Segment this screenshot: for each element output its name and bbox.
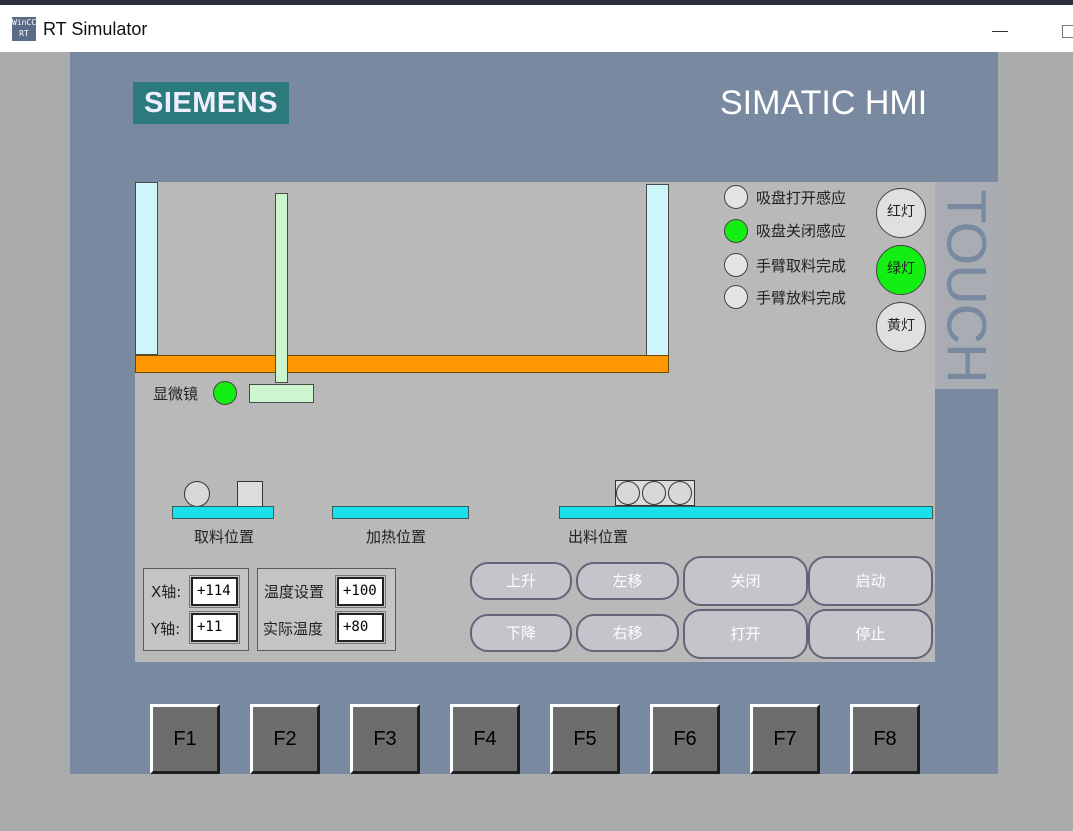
function-key-f5[interactable]: F5 <box>550 704 620 774</box>
window-titlebar: WinCC RT RT Simulator <box>0 0 1073 52</box>
sensor-indicator-arm-place-done <box>724 285 748 309</box>
pick-position-conveyor <box>172 506 274 519</box>
heat-position-conveyor <box>332 506 469 519</box>
app-icon-text-top: WinCC <box>12 18 37 27</box>
heat-position-label: 加热位置 <box>366 528 427 546</box>
workpiece-square <box>237 481 263 507</box>
output-workpiece-2 <box>642 481 666 505</box>
touch-label-text: TOUCH <box>935 188 998 383</box>
function-key-f7[interactable]: F7 <box>750 704 820 774</box>
microscope-label: 显微镜 <box>153 385 199 403</box>
down-button[interactable]: 下降 <box>470 614 572 652</box>
function-key-f3[interactable]: F3 <box>350 704 420 774</box>
function-key-f2[interactable]: F2 <box>250 704 320 774</box>
x-axis-label: X轴: <box>151 583 182 601</box>
temperature-actual-label: 实际温度 <box>263 620 324 638</box>
wincc-app-icon: WinCC RT <box>12 17 36 41</box>
sensor-label-suction-open: 吸盘打开感应 <box>756 189 847 207</box>
x-axis-value[interactable]: +114 <box>189 575 240 608</box>
start-button[interactable]: 启动 <box>808 556 933 606</box>
workpiece-round <box>184 481 210 507</box>
output-workpiece-1 <box>616 481 640 505</box>
sensor-label-suction-close: 吸盘关闭感应 <box>756 222 847 240</box>
sensor-label-arm-pick-done: 手臂取料完成 <box>756 257 847 275</box>
sensor-indicator-suction-open <box>724 185 748 209</box>
gantry-rail <box>135 355 669 373</box>
green-lamp: 绿灯 <box>876 245 926 295</box>
y-axis-label: Y轴: <box>151 620 181 638</box>
output-workpiece-3 <box>668 481 692 505</box>
close-button[interactable]: 关闭 <box>683 556 808 606</box>
sensor-indicator-arm-pick-done <box>724 253 748 277</box>
temperature-set-value[interactable]: +100 <box>335 575 386 608</box>
right-post <box>646 184 669 356</box>
left-move-button[interactable]: 左移 <box>576 562 679 600</box>
minimize-icon[interactable] <box>992 31 1008 32</box>
y-axis-value[interactable]: +11 <box>189 611 240 644</box>
temperature-set-label: 温度设置 <box>264 583 325 601</box>
simatic-hmi-title: SIMATIC HMI <box>720 84 928 122</box>
output-position-label: 出料位置 <box>568 528 629 546</box>
output-position-conveyor <box>559 506 933 519</box>
left-post <box>135 182 158 355</box>
sensor-indicator-suction-close <box>724 219 748 243</box>
yellow-lamp: 黄灯 <box>876 302 926 352</box>
siemens-logo: SIEMENS <box>133 82 289 124</box>
open-button[interactable]: 打开 <box>683 609 808 659</box>
right-move-button[interactable]: 右移 <box>576 614 679 652</box>
hmi-screen: 显微镜 吸盘打开感应 吸盘关闭感应 手臂取料完成 手臂放料完成 红灯 绿灯 黄灯… <box>135 182 935 662</box>
temperature-actual-value: +80 <box>335 611 386 644</box>
gripper-head <box>249 384 314 403</box>
function-key-f1[interactable]: F1 <box>150 704 220 774</box>
microscope-indicator <box>213 381 237 405</box>
function-key-f6[interactable]: F6 <box>650 704 720 774</box>
maximize-icon[interactable] <box>1062 25 1073 38</box>
stop-button[interactable]: 停止 <box>808 609 933 659</box>
sensor-label-arm-place-done: 手臂放料完成 <box>756 289 847 307</box>
pick-position-label: 取料位置 <box>194 528 255 546</box>
touch-label: TOUCH <box>935 182 998 389</box>
up-button[interactable]: 上升 <box>470 562 572 600</box>
window-title: RT Simulator <box>43 19 148 39</box>
function-key-f4[interactable]: F4 <box>450 704 520 774</box>
red-lamp: 红灯 <box>876 188 926 238</box>
gripper-arm <box>275 193 288 383</box>
app-icon-text-bottom: RT <box>19 29 29 38</box>
function-key-f8[interactable]: F8 <box>850 704 920 774</box>
